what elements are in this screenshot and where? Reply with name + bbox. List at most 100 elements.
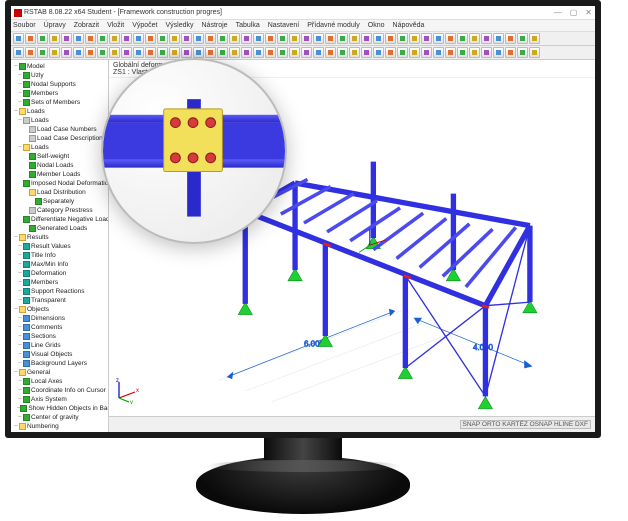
tree-item[interactable]: –Visual Objects: [11, 350, 108, 359]
toolbar-button[interactable]: [445, 47, 456, 58]
menu-item-4[interactable]: Výpočet: [132, 22, 157, 29]
tree-item[interactable]: Separately: [11, 197, 108, 206]
toolbar-button[interactable]: [157, 47, 168, 58]
toolbar-button[interactable]: [457, 33, 468, 44]
toolbar-button[interactable]: [517, 47, 528, 58]
menu-item-11[interactable]: Nápověda: [393, 22, 425, 29]
menu-item-9[interactable]: Přídavné moduly: [307, 22, 360, 29]
tree-item[interactable]: –Uzly: [11, 71, 108, 80]
toolbar-button[interactable]: [349, 47, 360, 58]
toolbar-button[interactable]: [397, 33, 408, 44]
tree-item[interactable]: –Center of gravity: [11, 413, 108, 422]
tree-item[interactable]: Imposed Nodal Deformations: [11, 179, 108, 188]
tree-item[interactable]: –Dimensions: [11, 314, 108, 323]
toolbar-button[interactable]: [277, 47, 288, 58]
toolbar-button[interactable]: [181, 47, 192, 58]
toolbar-button[interactable]: [493, 47, 504, 58]
toolbar-button[interactable]: [481, 33, 492, 44]
toolbar-button[interactable]: [169, 47, 180, 58]
menu-item-1[interactable]: Úpravy: [44, 22, 66, 29]
tree-item[interactable]: –Result Values: [11, 242, 108, 251]
toolbar-button[interactable]: [325, 33, 336, 44]
menu-item-7[interactable]: Tabulka: [236, 22, 260, 29]
tree-item[interactable]: –Members: [11, 89, 108, 98]
toolbar-button[interactable]: [61, 47, 72, 58]
tree-item[interactable]: Member Loads: [11, 170, 108, 179]
toolbar-button[interactable]: [373, 33, 384, 44]
toolbar-button[interactable]: [337, 47, 348, 58]
toolbar-button[interactable]: [433, 47, 444, 58]
menu-item-10[interactable]: Okno: [368, 22, 385, 29]
toolbar-button[interactable]: [361, 47, 372, 58]
menu-item-6[interactable]: Nástroje: [202, 22, 228, 29]
toolbar-button[interactable]: [217, 33, 228, 44]
tree-item[interactable]: –Background Layers: [11, 359, 108, 368]
tree-item[interactable]: –General: [11, 368, 108, 377]
snap-modes[interactable]: SNAP ORTO KARTÉZ OSNAP HLINE DXF: [460, 420, 591, 429]
tree-item[interactable]: –Local Axes: [11, 377, 108, 386]
toolbar-button[interactable]: [265, 47, 276, 58]
tree-item[interactable]: –Line Grids: [11, 341, 108, 350]
tree-item[interactable]: –Support Reactions: [11, 287, 108, 296]
toolbar-button[interactable]: [145, 47, 156, 58]
toolbar-button[interactable]: [25, 47, 36, 58]
menu-item-3[interactable]: Vložit: [107, 22, 124, 29]
tree-item[interactable]: Nodal Loads: [11, 161, 108, 170]
toolbar-button[interactable]: [193, 47, 204, 58]
toolbar-button[interactable]: [133, 47, 144, 58]
toolbar-button[interactable]: [457, 47, 468, 58]
toolbar-button[interactable]: [13, 33, 24, 44]
toolbar-button[interactable]: [409, 33, 420, 44]
toolbar-button[interactable]: [529, 33, 540, 44]
tree-item[interactable]: –Show Hidden Objects in Backgrou: [11, 404, 108, 413]
tree-item[interactable]: Differentiate Negative Load: [11, 215, 108, 224]
tree-item[interactable]: –Deformation: [11, 269, 108, 278]
tree-item[interactable]: –Uzly: [11, 431, 108, 432]
tree-item[interactable]: –Title Info: [11, 251, 108, 260]
toolbar-button[interactable]: [493, 33, 504, 44]
tree-item[interactable]: –Loads: [11, 143, 108, 152]
toolbar-button[interactable]: [481, 47, 492, 58]
toolbar-button[interactable]: [409, 47, 420, 58]
tree-item[interactable]: Self-weight: [11, 152, 108, 161]
tree-item[interactable]: Load Distribution: [11, 188, 108, 197]
close-button[interactable]: ✕: [585, 8, 592, 17]
toolbar-button[interactable]: [73, 33, 84, 44]
toolbar-button[interactable]: [301, 33, 312, 44]
toolbar-button[interactable]: [61, 33, 72, 44]
tree-item[interactable]: –Members: [11, 278, 108, 287]
toolbar-button[interactable]: [49, 47, 60, 58]
toolbar-button[interactable]: [37, 33, 48, 44]
toolbar-button[interactable]: [97, 33, 108, 44]
tree-item[interactable]: –Axis System: [11, 395, 108, 404]
toolbar-button[interactable]: [205, 47, 216, 58]
toolbar-button[interactable]: [373, 47, 384, 58]
tree-item[interactable]: Load Case Numbers: [11, 125, 108, 134]
tree-item[interactable]: –Numbering: [11, 422, 108, 431]
toolbar-button[interactable]: [385, 33, 396, 44]
toolbar-button[interactable]: [13, 47, 24, 58]
toolbar-button[interactable]: [385, 47, 396, 58]
tree-item[interactable]: –Objects: [11, 305, 108, 314]
toolbar-button[interactable]: [241, 47, 252, 58]
tree-item[interactable]: –Results: [11, 233, 108, 242]
toolbar-button[interactable]: [349, 33, 360, 44]
tree-item[interactable]: –Model: [11, 62, 108, 71]
menu-item-2[interactable]: Zobrazit: [74, 22, 99, 29]
tree-item[interactable]: Load Case Descriptions: [11, 134, 108, 143]
menu-item-0[interactable]: Soubor: [13, 22, 36, 29]
navigator-tree[interactable]: –Model–Uzly–Nodal Supports–Members–Sets …: [11, 60, 109, 432]
toolbar-button[interactable]: [157, 33, 168, 44]
toolbar-button[interactable]: [73, 47, 84, 58]
toolbar-button[interactable]: [421, 47, 432, 58]
tree-item[interactable]: –Loads: [11, 116, 108, 125]
toolbar-button[interactable]: [469, 33, 480, 44]
tree-item[interactable]: –Loads: [11, 107, 108, 116]
toolbar-button[interactable]: [421, 33, 432, 44]
toolbar-button[interactable]: [121, 33, 132, 44]
toolbar-button[interactable]: [445, 33, 456, 44]
toolbar-button[interactable]: [25, 33, 36, 44]
toolbar-button[interactable]: [49, 33, 60, 44]
menu-item-5[interactable]: Výsledky: [165, 22, 193, 29]
tree-item[interactable]: –Max/Min Info: [11, 260, 108, 269]
